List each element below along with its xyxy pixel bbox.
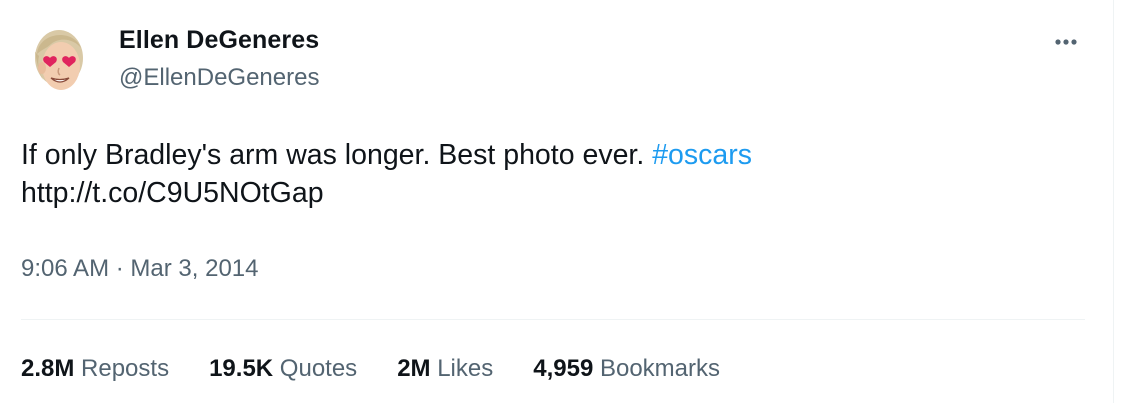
stat-value: 2M — [397, 355, 431, 382]
tweet-text-line-1: If only Bradley's arm was longer. Best p… — [21, 136, 1081, 174]
tweet-text: If only Bradley's arm was longer. Best p… — [21, 136, 1081, 212]
tweet-text-line-2: http://t.co/C9U5NOtGap — [21, 174, 1081, 212]
stat-reposts[interactable]: 2.8M Reposts — [21, 355, 169, 383]
hashtag-link[interactable]: #oscars — [652, 139, 752, 171]
column-border — [1113, 0, 1114, 403]
divider — [21, 319, 1085, 320]
stat-value: 2.8M — [21, 355, 75, 382]
tweet-timestamp: 9:06 AM · Mar 3, 2014 — [21, 255, 258, 283]
tweet-time[interactable]: 9:06 AM — [21, 255, 109, 282]
author-display-name[interactable]: Ellen DeGeneres — [119, 26, 319, 55]
author-handle[interactable]: @EllenDeGeneres — [119, 64, 319, 92]
stat-label: Reposts — [81, 355, 170, 382]
cartoon-face-heart-eyes-icon — [35, 30, 83, 90]
stat-value: 4,959 — [533, 355, 594, 382]
stat-label: Bookmarks — [599, 355, 721, 382]
tweet-url-link[interactable]: http://t.co/C9U5NOtGap — [21, 177, 324, 209]
tweet-date[interactable]: Mar 3, 2014 — [130, 255, 258, 282]
more-horizontal-icon — [1055, 39, 1077, 45]
stat-quotes[interactable]: 19.5K Quotes — [209, 355, 357, 383]
timestamp-separator: · — [115, 255, 124, 282]
stat-bookmarks[interactable]: 4,959 Bookmarks — [533, 355, 720, 383]
avatar[interactable] — [21, 22, 97, 98]
stat-label: Likes — [437, 355, 494, 382]
stat-label: Quotes — [279, 355, 358, 382]
more-button[interactable] — [1044, 28, 1088, 56]
tweet-text-body: If only Bradley's arm was longer. Best p… — [21, 139, 645, 171]
tweet-card: Ellen DeGeneres @EllenDeGeneres If only … — [0, 0, 1113, 403]
engagement-stats: 2.8M Reposts 19.5K Quotes 2M Likes 4,959… — [21, 355, 720, 383]
stat-likes[interactable]: 2M Likes — [397, 355, 493, 383]
stat-value: 19.5K — [209, 355, 274, 382]
